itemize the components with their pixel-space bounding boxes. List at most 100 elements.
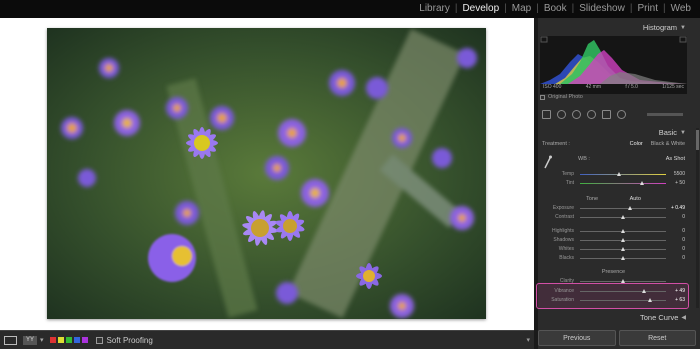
slider-label: Saturation — [551, 297, 574, 303]
slider-value[interactable]: 0 — [682, 255, 685, 261]
original-photo-toggle[interactable]: Original Photo — [540, 94, 583, 100]
presence-label: Presence — [601, 269, 626, 275]
vibrance-slider[interactable]: Vibrance + 49 — [540, 288, 687, 296]
vibrance-saturation-highlight — [536, 283, 689, 309]
contrast-slider[interactable]: Contrast 0 — [540, 214, 687, 222]
slider-value[interactable]: + 0.49 — [671, 205, 685, 211]
slider-value[interactable]: + 50 — [675, 180, 685, 186]
module-list: Library | Develop | Map | Book | Slidesh… — [414, 3, 696, 14]
color-label-flags — [49, 337, 88, 343]
tone-curve-header[interactable]: Tone Curve ◀ — [538, 312, 694, 323]
exif-info: ISO 400 42 mm f / 5.0 1/125 sec — [540, 84, 687, 90]
highlights-slider[interactable]: Highlights 0 — [540, 228, 687, 236]
color-label-purple[interactable] — [81, 337, 88, 343]
slider-track[interactable] — [580, 174, 666, 175]
tint-slider[interactable]: Tint + 50 — [540, 180, 687, 188]
slider-value[interactable]: 0 — [682, 228, 685, 234]
spot-removal-icon[interactable] — [572, 109, 581, 119]
collapse-triangle-icon: ◀ — [681, 315, 686, 321]
temp-slider[interactable]: Temp 5500 — [540, 171, 687, 179]
panel-scroll-thumb[interactable] — [696, 130, 699, 150]
slider-knob[interactable] — [639, 181, 644, 185]
slider-knob[interactable] — [641, 289, 646, 293]
slider-knob[interactable] — [647, 298, 652, 302]
exposure-slider[interactable]: Exposure + 0.49 — [540, 205, 687, 213]
aperture-value: f / 5.0 — [625, 84, 638, 90]
collapse-triangle-icon: ▼ — [680, 24, 686, 31]
loupe-view-icon[interactable] — [4, 335, 17, 345]
wb-select[interactable]: As Shot — [666, 156, 685, 162]
treatment-bw-option[interactable]: Black & White — [651, 141, 685, 147]
slider-label: Blacks — [559, 255, 574, 261]
color-label-red[interactable] — [49, 337, 56, 343]
treatment-color-option[interactable]: Color — [630, 141, 643, 147]
tone-label: Tone — [586, 196, 599, 202]
radial-filter-icon[interactable] — [617, 109, 626, 119]
color-label-blue[interactable] — [73, 337, 80, 343]
slider-knob[interactable] — [621, 229, 625, 233]
slider-knob[interactable] — [627, 206, 632, 210]
soft-proofing-toggle[interactable]: Soft Proofing — [95, 335, 153, 345]
shutter-value: 1/125 sec — [662, 84, 684, 90]
treatment-row: Treatment : Color Black & White — [540, 141, 687, 147]
slider-knob[interactable] — [621, 256, 625, 260]
slider-knob[interactable] — [621, 247, 625, 251]
color-label-green[interactable] — [65, 337, 72, 343]
slider-value[interactable]: 0 — [682, 246, 685, 252]
module-print[interactable]: Print — [632, 3, 663, 14]
slider-label: Whites — [558, 246, 574, 252]
chevron-down-icon[interactable]: ▾ — [40, 336, 44, 344]
reset-button[interactable]: Reset — [618, 330, 696, 346]
flower-photo[interactable] — [47, 28, 486, 319]
soft-proofing-checkbox[interactable] — [95, 336, 103, 344]
blacks-slider[interactable]: Blacks 0 — [540, 255, 687, 263]
module-slideshow[interactable]: Slideshow — [574, 3, 630, 14]
collapse-triangle-icon: ▼ — [680, 129, 686, 136]
slider-value[interactable]: 0 — [682, 214, 685, 220]
slider-value[interactable]: 5500 — [674, 171, 685, 177]
before-after-view-button[interactable]: YY — [23, 335, 37, 345]
brush-slider[interactable] — [647, 112, 683, 116]
slider-track[interactable] — [580, 183, 666, 184]
whites-slider[interactable]: Whites 0 — [540, 246, 687, 254]
crop-tool-icon[interactable] — [557, 109, 566, 119]
module-map[interactable]: Map — [507, 3, 536, 14]
tone-auto-button[interactable]: Auto — [630, 196, 641, 202]
module-develop[interactable]: Develop — [457, 3, 504, 14]
panel-buttons: Previous Reset — [538, 330, 696, 346]
slider-label: Temp — [561, 171, 574, 177]
previous-button[interactable]: Previous — [538, 330, 616, 346]
soft-proofing-label: Soft Proofing — [106, 335, 153, 345]
module-web[interactable]: Web — [666, 3, 696, 14]
original-photo-label: Original Photo — [548, 94, 583, 100]
color-label-yellow[interactable] — [57, 337, 64, 343]
original-photo-checkbox[interactable] — [540, 94, 545, 100]
red-eye-icon[interactable] — [587, 109, 596, 119]
graduated-filter-icon[interactable] — [602, 109, 611, 119]
slider-knob[interactable] — [616, 172, 621, 176]
slider-track[interactable] — [580, 291, 666, 292]
photo-canvas[interactable] — [0, 18, 534, 330]
basic-header[interactable]: Basic ▼ — [538, 127, 694, 138]
slider-track[interactable] — [580, 208, 666, 209]
iso-value: ISO 400 — [543, 84, 562, 90]
saturation-slider[interactable]: Saturation + 63 — [540, 297, 687, 305]
slider-knob[interactable] — [621, 215, 625, 219]
slider-track[interactable] — [580, 300, 666, 301]
bottom-toolbar: YY ▾ Soft Proofing ▾ — [0, 330, 534, 349]
module-library[interactable]: Library — [414, 3, 455, 14]
toolbar-options-icon[interactable]: ▾ — [526, 336, 530, 344]
histogram-graph — [540, 36, 687, 84]
shadows-slider[interactable]: Shadows 0 — [540, 237, 687, 245]
module-book[interactable]: Book — [539, 3, 572, 14]
develop-tool-strip — [540, 107, 687, 121]
slider-label: Vibrance — [554, 288, 574, 294]
slider-value[interactable]: + 63 — [675, 297, 685, 303]
grid-tool-icon[interactable] — [542, 109, 551, 119]
slider-value[interactable]: + 49 — [675, 288, 685, 294]
slider-knob[interactable] — [621, 238, 625, 242]
panel-scrollbar[interactable] — [696, 128, 699, 308]
wb-label: WB : — [578, 156, 590, 162]
slider-value[interactable]: 0 — [682, 237, 685, 243]
histogram-header[interactable]: Histogram ▼ — [538, 22, 694, 33]
